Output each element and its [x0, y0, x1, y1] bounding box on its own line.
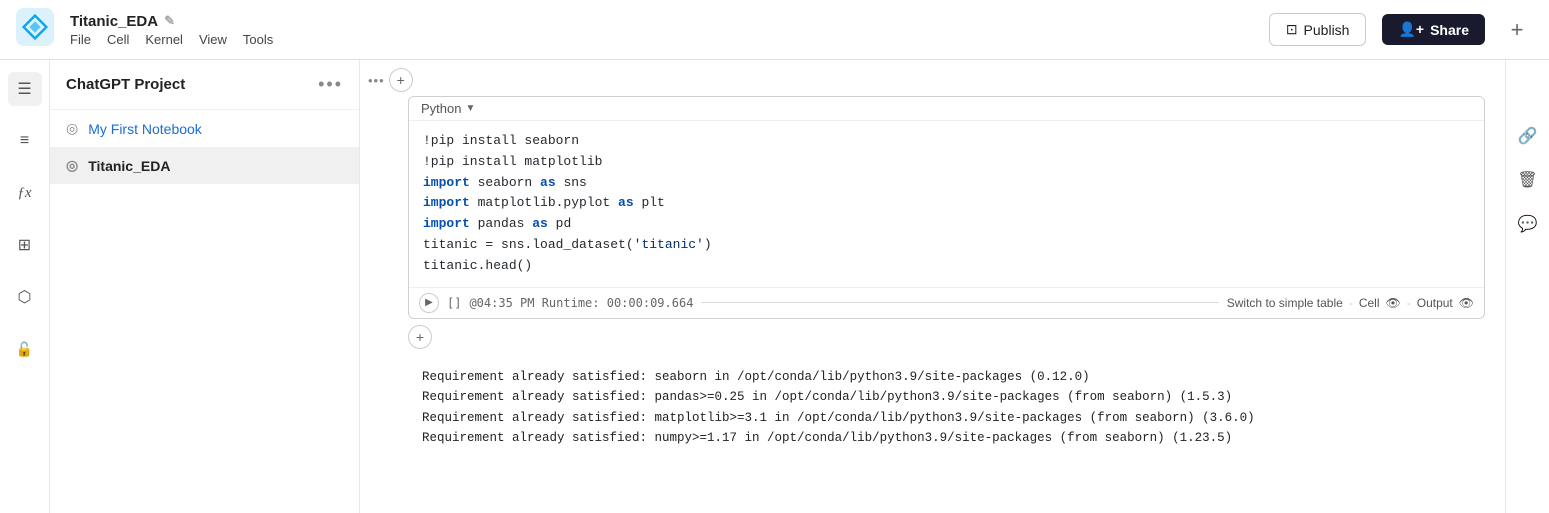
- menu-file[interactable]: File: [70, 32, 91, 47]
- code-line-1: !pip install seaborn: [423, 131, 1470, 152]
- sidebar-title: ChatGPT Project: [66, 76, 185, 93]
- cell-eye-icon[interactable]: 👁: [1386, 296, 1401, 310]
- sidebar-header: ChatGPT Project •••: [50, 60, 359, 110]
- cell-label[interactable]: Cell: [1359, 296, 1380, 310]
- notebook-icon-1: ◎: [66, 120, 78, 137]
- menu-view[interactable]: View: [199, 32, 227, 47]
- menu-tools[interactable]: Tools: [243, 32, 273, 47]
- cell-top-bar: ••• +: [360, 60, 1505, 96]
- add-tab-button[interactable]: +: [1501, 14, 1533, 46]
- run-actions: Switch to simple table - Cell 👁 - Output…: [1227, 296, 1474, 310]
- notebook-icon-2: ◎: [66, 157, 78, 174]
- cell-output: Requirement already satisfied: seaborn i…: [408, 357, 1485, 460]
- run-time-text: @04:35 PM Runtime: 00:00:09.664: [469, 296, 693, 310]
- code-cell: Python ▼ !pip install seaborn !pip insta…: [408, 96, 1485, 319]
- sidebar-item-my-first-notebook[interactable]: ◎ My First Notebook: [50, 110, 359, 147]
- main-area: ☰ ≡ ƒx ⊞ ⬡ 🔓 ChatGPT Project ••• ◎ My Fi…: [0, 60, 1549, 513]
- publish-button[interactable]: ⊡ Publish: [1269, 13, 1367, 46]
- notebook-name-text: Titanic_EDA: [70, 13, 158, 30]
- switch-table-link[interactable]: Switch to simple table: [1227, 296, 1343, 310]
- code-line-7: titanic.head(): [423, 256, 1470, 277]
- right-toolbar: 🔗 🗑 💬: [1505, 60, 1549, 513]
- cell-language-label[interactable]: Python: [421, 101, 461, 116]
- sidebar-item-database[interactable]: ⬡: [8, 280, 42, 314]
- copy-link-button[interactable]: 🔗: [1512, 120, 1544, 152]
- logo: [16, 8, 54, 51]
- run-info-text: []: [447, 296, 461, 310]
- code-line-6: titanic = sns.load_dataset('titanic'): [423, 235, 1470, 256]
- add-cell-below-button[interactable]: +: [408, 325, 432, 349]
- publish-icon: ⊡: [1286, 21, 1298, 38]
- output-line-4: Requirement already satisfied: numpy>=1.…: [422, 428, 1471, 449]
- share-button[interactable]: 👤+ Share: [1382, 14, 1485, 45]
- cell-add-below: +: [360, 319, 1505, 353]
- sidebar-item-lock[interactable]: 🔓: [8, 332, 42, 366]
- sidebar-item-titanic-eda[interactable]: ◎ Titanic_EDA: [50, 147, 359, 184]
- sidebar-item-list[interactable]: ≡: [8, 124, 42, 158]
- output-eye-icon[interactable]: 👁: [1459, 296, 1474, 310]
- cell-run-bar: ▶ [] @04:35 PM Runtime: 00:00:09.664 Swi…: [409, 287, 1484, 318]
- notebook-title: Titanic_EDA ✎: [70, 13, 273, 30]
- comment-button[interactable]: 💬: [1512, 208, 1544, 240]
- cell-code-body[interactable]: !pip install seaborn !pip install matplo…: [409, 121, 1484, 287]
- menu-kernel[interactable]: Kernel: [145, 32, 183, 47]
- sidebar-item-grid[interactable]: ⊞: [8, 228, 42, 262]
- share-icon: 👤+: [1398, 21, 1424, 38]
- cell-lang-bar: Python ▼: [409, 97, 1484, 121]
- sidebar-item-files[interactable]: ☰: [8, 72, 42, 106]
- notebook-content: ••• + Python ▼ !pip install seaborn !pip…: [360, 60, 1505, 513]
- code-line-4: import matplotlib.pyplot as plt: [423, 193, 1470, 214]
- sidebar-menu-dots[interactable]: •••: [318, 74, 343, 95]
- cell-add-above-button[interactable]: +: [389, 68, 413, 92]
- share-label: Share: [1430, 22, 1469, 38]
- title-area: Titanic_EDA ✎ File Cell Kernel View Tool…: [70, 13, 273, 47]
- sep1: -: [1349, 296, 1353, 310]
- sidebar-item-label-2: Titanic_EDA: [88, 158, 170, 174]
- sep2: -: [1407, 296, 1411, 310]
- code-line-2: !pip install matplotlib: [423, 152, 1470, 173]
- output-line-1: Requirement already satisfied: seaborn i…: [422, 367, 1471, 388]
- code-line-3: import seaborn as sns: [423, 173, 1470, 194]
- run-button[interactable]: ▶: [419, 293, 439, 313]
- delete-cell-button[interactable]: 🗑: [1512, 164, 1544, 196]
- output-line-2: Requirement already satisfied: pandas>=0…: [422, 387, 1471, 408]
- publish-label: Publish: [1304, 22, 1350, 38]
- menu-cell[interactable]: Cell: [107, 32, 129, 47]
- output-label[interactable]: Output: [1417, 296, 1453, 310]
- menu-bar: File Cell Kernel View Tools: [70, 32, 273, 47]
- sidebar-item-label-1: My First Notebook: [88, 121, 202, 137]
- cell-options-dots[interactable]: •••: [368, 73, 385, 88]
- edit-icon[interactable]: ✎: [164, 13, 175, 29]
- sidebar: ChatGPT Project ••• ◎ My First Notebook …: [50, 60, 360, 513]
- code-line-5: import pandas as pd: [423, 214, 1470, 235]
- cell-language-chevron[interactable]: ▼: [465, 103, 475, 114]
- topbar: Titanic_EDA ✎ File Cell Kernel View Tool…: [0, 0, 1549, 60]
- run-divider: [701, 302, 1218, 303]
- icon-bar: ☰ ≡ ƒx ⊞ ⬡ 🔓: [0, 60, 50, 513]
- sidebar-item-formula[interactable]: ƒx: [8, 176, 42, 210]
- output-line-3: Requirement already satisfied: matplotli…: [422, 408, 1471, 429]
